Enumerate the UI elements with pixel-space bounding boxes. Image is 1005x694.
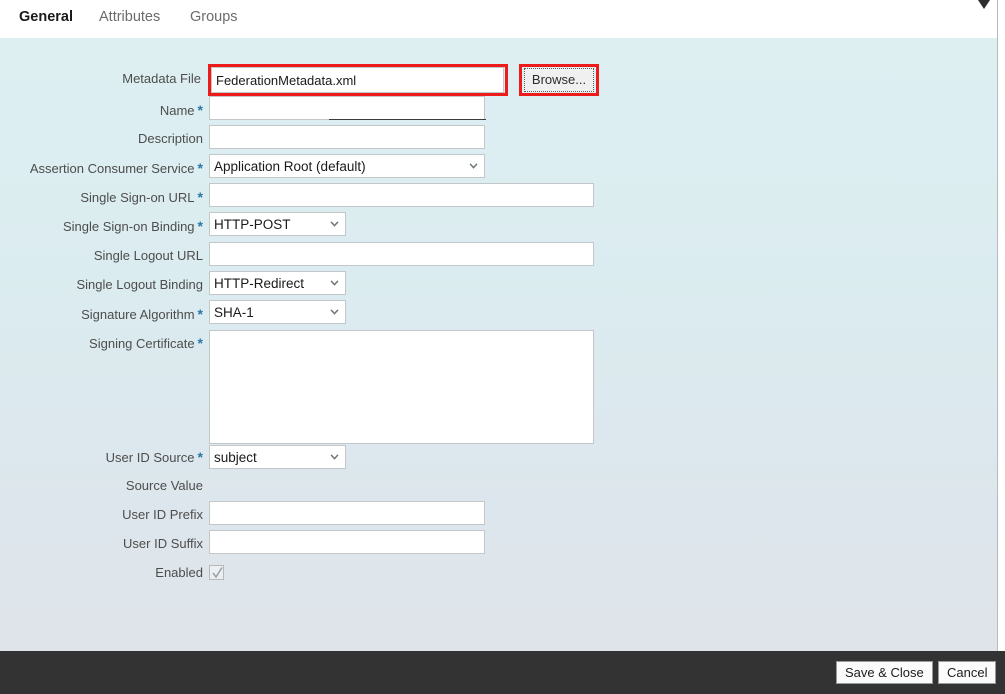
user-id-prefix-input[interactable] [209, 501, 485, 525]
field-row-signing-certificate: Signing Certificate * [0, 329, 998, 449]
label-user-id-prefix: User ID Prefix [122, 507, 203, 522]
label-name: Name * [160, 96, 203, 125]
label-single-logout-binding: Single Logout Binding [76, 277, 204, 292]
field-row-enabled: Enabled [0, 559, 998, 587]
label-metadata-file: Metadata File [122, 71, 201, 86]
label-user-id-suffix: User ID Suffix [123, 536, 203, 551]
enabled-checkbox[interactable] [209, 565, 224, 580]
field-row-assertion-consumer-service: Assertion Consumer Service * Application … [0, 154, 998, 182]
name-input-wrapper [209, 96, 485, 120]
single-signon-binding-wrapper: HTTP-POST [209, 212, 346, 236]
signature-algorithm-wrapper: SHA-1 [209, 300, 346, 324]
panel-right-edge [997, 0, 998, 651]
label-signing-certificate-text: Signing Certificate [89, 336, 195, 351]
required-asterisk: * [197, 306, 203, 322]
single-signon-binding-select[interactable]: HTTP-POST [209, 212, 346, 236]
label-assertion-consumer-service: Assertion Consumer Service * [30, 154, 203, 183]
user-id-source-wrapper: subject [209, 445, 346, 469]
metadata-file-input[interactable] [211, 67, 504, 93]
signing-certificate-wrapper [209, 330, 594, 447]
name-input[interactable] [209, 96, 485, 120]
required-asterisk: * [197, 102, 203, 118]
signing-certificate-textarea[interactable] [209, 330, 594, 444]
field-row-single-logout-url: Single Logout URL [0, 242, 998, 270]
browse-button[interactable]: Browse... [524, 68, 594, 92]
label-single-signon-binding-text: Single Sign-on Binding [63, 219, 195, 234]
general-form-panel: Metadata File Browse... Name* Descriptio… [0, 38, 998, 651]
label-enabled: Enabled [155, 565, 203, 580]
saml-service-provider-editor: General Attributes Groups Metadata File … [0, 0, 1005, 694]
footer-action-bar: Save & Close Cancel [0, 651, 1005, 694]
field-row-user-id-prefix: User ID Prefix [0, 501, 998, 529]
label-single-logout-url: Single Logout URL [93, 248, 203, 263]
checkmark-icon [212, 567, 223, 579]
user-id-suffix-input[interactable] [209, 530, 485, 554]
label-description: Description [137, 131, 203, 146]
cursor-artifact [978, 0, 990, 9]
field-row-signature-algorithm: Signature Algorithm * SHA-1 [0, 300, 998, 328]
label-assertion-consumer-service-text: Assertion Consumer Service [29, 161, 195, 176]
label-source-value: Source Value [125, 478, 203, 493]
label-signing-certificate: Signing Certificate * [89, 329, 203, 358]
single-logout-binding-select[interactable]: HTTP-Redirect [209, 271, 346, 295]
user-id-suffix-wrapper [209, 530, 485, 554]
user-id-source-select[interactable]: subject [209, 445, 346, 469]
field-row-name: Name * [0, 96, 998, 124]
label-name-text: Name [159, 103, 195, 118]
description-input[interactable] [209, 125, 485, 149]
label-signature-algorithm-text: Signature Algorithm [81, 307, 195, 322]
label-user-id-source: User ID Source * [106, 443, 203, 472]
metadata-file-input-wrapper [211, 67, 504, 93]
label-single-signon-url: Single Sign-on URL * [80, 183, 203, 212]
label-single-signon-url-text: Single Sign-on URL [80, 190, 195, 205]
cancel-button[interactable]: Cancel [938, 661, 997, 684]
tab-bar: General Attributes Groups [0, 0, 998, 38]
field-row-single-logout-binding: Single Logout Binding HTTP-Redirect [0, 271, 998, 299]
required-asterisk: * [197, 335, 203, 351]
single-signon-url-input[interactable] [209, 183, 594, 207]
tab-groups[interactable]: Groups [190, 9, 238, 25]
description-input-wrapper [209, 125, 485, 149]
label-signature-algorithm: Signature Algorithm * [81, 300, 203, 329]
field-row-source-value: Source Value [0, 472, 998, 500]
user-id-prefix-wrapper [209, 501, 485, 525]
tab-attributes[interactable]: Attributes [99, 9, 160, 25]
tab-general[interactable]: General [19, 9, 73, 25]
required-asterisk: * [197, 218, 203, 234]
field-row-single-signon-binding: Single Sign-on Binding * HTTP-POST [0, 212, 998, 240]
field-row-single-signon-url: Single Sign-on URL * [0, 183, 998, 211]
signature-algorithm-select[interactable]: SHA-1 [209, 300, 346, 324]
single-logout-url-wrapper [209, 242, 594, 266]
single-signon-url-wrapper [209, 183, 594, 207]
field-row-user-id-suffix: User ID Suffix [0, 530, 998, 558]
label-user-id-source-text: User ID Source [105, 450, 195, 465]
field-row-user-id-source: User ID Source * subject [0, 443, 998, 471]
name-field-underline-artifact [329, 119, 486, 120]
required-asterisk: * [197, 449, 203, 465]
single-logout-binding-wrapper: HTTP-Redirect [209, 271, 346, 295]
field-row-metadata-file: Metadata File Browse... [0, 64, 998, 96]
assertion-consumer-service-wrapper: Application Root (default) [209, 154, 485, 178]
field-row-description: Description [0, 125, 998, 153]
save-and-close-button[interactable]: Save & Close [836, 661, 933, 684]
label-single-signon-binding: Single Sign-on Binding * [63, 212, 203, 241]
single-logout-url-input[interactable] [209, 242, 594, 266]
required-asterisk: * [197, 160, 203, 176]
assertion-consumer-service-select[interactable]: Application Root (default) [209, 154, 485, 178]
required-asterisk: * [197, 189, 203, 205]
